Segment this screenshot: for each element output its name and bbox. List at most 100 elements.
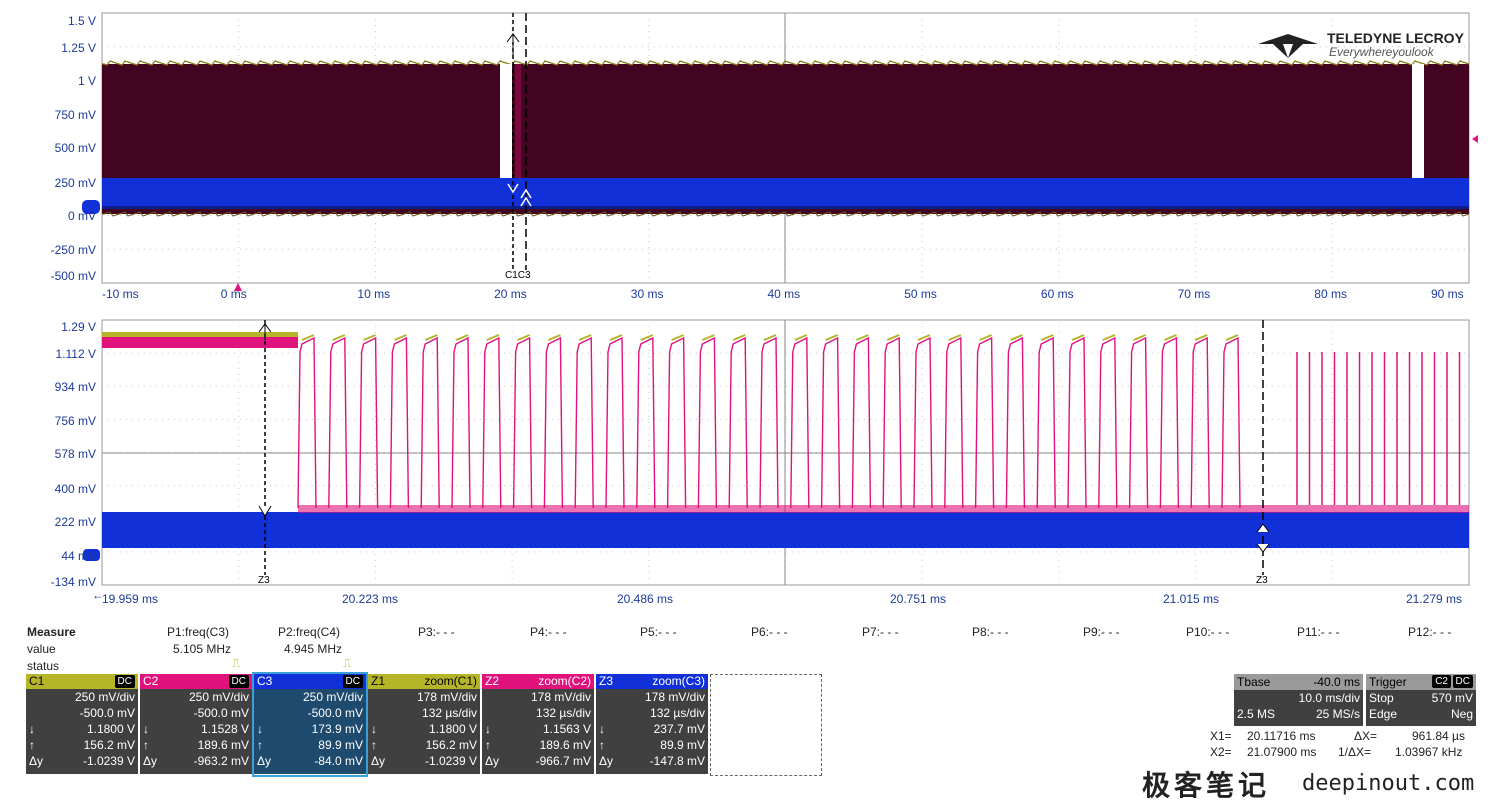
bottom-x-tick-label: 21.015 ms: [1163, 592, 1220, 606]
channel-row: 132 µs/div: [596, 705, 708, 721]
channel-row: ↑ 156.2 mV: [26, 737, 138, 753]
bottom-cursor-label-2: Z3: [1256, 575, 1268, 586]
channel-row-value: 189.6 mV: [197, 738, 249, 752]
channel-panel-z3[interactable]: Z3 zoom(C3) 178 mV/div 132 µs/div ↓ 237.7 mV ↑…: [596, 674, 708, 775]
zoom-source-label: zoom(C3): [652, 674, 705, 688]
channel-row-key: ↑: [485, 738, 491, 752]
channel-row-value: 173.9 mV: [311, 722, 363, 736]
channel-row-value: -500.0 mV: [193, 706, 249, 720]
channel-header[interactable]: Z2 zoom(C2): [482, 674, 594, 689]
channel-row: 132 µs/div: [368, 705, 480, 721]
channel-panel-c3[interactable]: C3 DC 250 mV/div -500.0 mV ↓ 173.9 mV ↑ 89.9 mV…: [252, 672, 368, 777]
bottom-y-tick-label: 400 mV: [54, 482, 96, 496]
measure-row-status: status: [27, 659, 60, 673]
channel-panel-z2[interactable]: Z2 zoom(C2) 178 mV/div 132 µs/div ↓ 1.1563 V ↑…: [482, 674, 594, 775]
measure-param-name[interactable]: P6:- - -: [751, 625, 788, 639]
cursor-x2-value: 21.07900 ms: [1247, 745, 1317, 759]
bottom-y-tick-label: 222 mV: [54, 515, 96, 529]
measure-param-name[interactable]: P2:freq(C4): [278, 625, 340, 639]
coupling-badge: DC: [114, 675, 135, 688]
coupling-badge: DC: [228, 675, 249, 688]
channel-row-value: 132 µs/div: [422, 706, 477, 720]
zoom-source-label: zoom(C2): [538, 674, 591, 688]
channel-header[interactable]: C2 DC: [140, 674, 252, 689]
trigger-level: 570 mV: [1431, 691, 1473, 705]
bottom-x-tick-label: 20.751 ms: [890, 592, 947, 606]
measure-param-name[interactable]: P11:- - -: [1297, 625, 1339, 639]
channel-row-key: Δy: [599, 754, 614, 768]
channel-row: Δy -963.2 mV: [140, 753, 252, 769]
channel-body: 250 mV/div -500.0 mV ↓ 1.1528 V ↑ 189.6 mV Δy -…: [140, 689, 252, 774]
channel-row: 250 mV/div: [26, 689, 138, 705]
channel-row-value: -500.0 mV: [307, 706, 363, 720]
bottom-x-tick-label: 20.223 ms: [342, 592, 399, 606]
measure-param-name[interactable]: P12:- - -: [1408, 625, 1451, 639]
channel-row: ↑ 156.2 mV: [368, 737, 480, 753]
channel-row-value: 237.7 mV: [653, 722, 705, 736]
channel-row-key: ↓: [371, 722, 377, 736]
channel-panel-c2[interactable]: C2 DC 250 mV/div -500.0 mV ↓ 1.1528 V ↑ 189.6 m…: [140, 674, 252, 775]
channel-row-value: 250 mV/div: [188, 690, 249, 704]
bottom-y-tick-label: 756 mV: [54, 414, 96, 428]
channel-row: Δy -84.0 mV: [254, 753, 366, 769]
channel-row: ↓ 1.1528 V: [140, 721, 252, 737]
channel-row-value: 1.1563 V: [542, 722, 591, 736]
channel-row-value: 189.6 mV: [539, 738, 591, 752]
empty-panel-slot[interactable]: [710, 674, 822, 776]
measure-param-name[interactable]: P4:- - -: [530, 625, 567, 639]
channel-header[interactable]: C1 DC: [26, 674, 138, 689]
measure-param-name[interactable]: P10:- - -: [1186, 625, 1229, 639]
measure-param-name[interactable]: P7:- - -: [862, 625, 899, 639]
channel-row: 178 mV/div: [596, 689, 708, 705]
trigger-source-badge: C2: [1432, 675, 1451, 688]
trigger-box[interactable]: Trigger C2 DC Stop 570 mV Edge Neg: [1366, 674, 1476, 726]
channel-panel-c1[interactable]: C1 DC 250 mV/div -500.0 mV ↓ 1.1800 V ↑ 156.2 m…: [26, 674, 138, 775]
cursor-x1-value: 20.11716 ms: [1247, 729, 1316, 743]
bottom-zoom-grid[interactable]: Z3 Z3 ←: [0, 0, 1501, 620]
channel-row-key: ↑: [599, 738, 605, 752]
measure-param-value: 4.945 MHz: [284, 642, 343, 656]
channel-row-value: -147.8 mV: [649, 754, 705, 768]
trigger-type: Edge: [1369, 707, 1398, 721]
channel-row-key: ↑: [371, 738, 377, 752]
channel-row-value: -966.7 mV: [535, 754, 591, 768]
channel-row-value: -84.0 mV: [314, 754, 363, 768]
measure-param-name[interactable]: P9:- - -: [1083, 625, 1120, 639]
watermark-cn: 极客笔记: [1142, 769, 1271, 802]
measure-param-name[interactable]: P8:- - -: [972, 625, 1009, 639]
measure-param-name[interactable]: P1:freq(C3): [167, 625, 229, 639]
channel-row: -500.0 mV: [26, 705, 138, 721]
measure-param-status-icon: ⎍: [343, 656, 352, 670]
channel-header[interactable]: Z3 zoom(C3): [596, 674, 708, 689]
measure-title: Measure: [27, 625, 76, 639]
trigger-mode: Stop: [1369, 691, 1394, 705]
coupling-badge: DC: [342, 675, 363, 688]
trigger-coupling-badge: DC: [1452, 675, 1473, 688]
channel-header[interactable]: C3 DC: [254, 674, 366, 689]
z1-high-level: [102, 336, 298, 348]
channel-row: ↑ 89.9 mV: [254, 737, 366, 753]
channel-row-value: -1.0239 V: [424, 754, 477, 768]
cursor-inv-label: 1/ΔX=: [1338, 745, 1372, 759]
channel-row-key: Δy: [29, 754, 44, 768]
cursor-dx-value: 961.84 µs: [1412, 729, 1465, 743]
channel-header[interactable]: Z1 zoom(C1): [368, 674, 480, 689]
channel-row-key: Δy: [257, 754, 272, 768]
measure-param-name[interactable]: P5:- - -: [640, 625, 677, 639]
watermark-url: deepinout.com: [1302, 771, 1475, 796]
channel-row-key: ↓: [599, 722, 605, 736]
bottom-y-tick-label: 1.29 V: [61, 320, 96, 334]
channel-row: 132 µs/div: [482, 705, 594, 721]
measure-param-name[interactable]: P3:- - -: [418, 625, 455, 639]
cursor-x2-label: X2=: [1210, 745, 1232, 759]
channel-name: C2: [143, 674, 159, 688]
channel-row-value: -500.0 mV: [79, 706, 135, 720]
channel-row-value: 250 mV/div: [74, 690, 135, 704]
timebase-box[interactable]: Tbase -40.0 ms 10.0 ms/div 2.5 MS 25 MS/s: [1234, 674, 1363, 726]
channel-panel-z1[interactable]: Z1 zoom(C1) 178 mV/div 132 µs/div ↓ 1.1800 V ↑…: [368, 674, 480, 775]
channel-row: ↑ 89.9 mV: [596, 737, 708, 753]
bottom-x-tick-label: 21.279 ms: [1406, 592, 1463, 606]
timebase-offset: -40.0 ms: [1313, 675, 1360, 689]
bottom-y-tick-label: 44 mV: [61, 549, 96, 563]
channel-row: ↑ 189.6 mV: [482, 737, 594, 753]
